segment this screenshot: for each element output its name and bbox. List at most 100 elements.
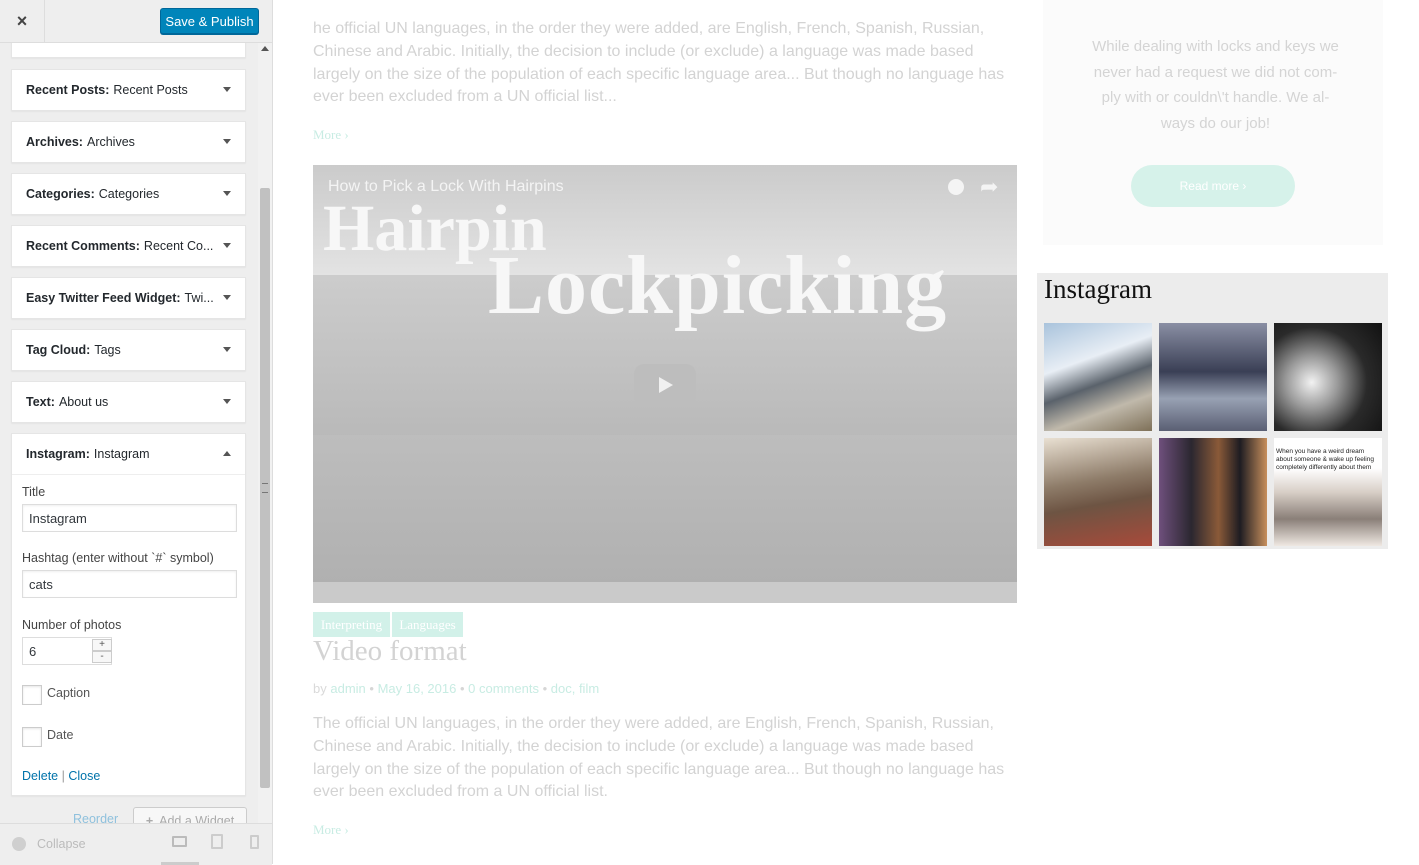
instagram-photo-4[interactable] [1044,438,1152,546]
collapse-icon[interactable] [12,837,26,851]
collapse-label[interactable]: Collapse [37,837,86,851]
widget-title: Tags [94,343,121,357]
chevron-down-icon[interactable] [223,139,231,144]
about-widget: While dealing with locks and keys we nev… [1043,0,1383,245]
widget-title: Recent Co... [143,239,214,253]
tag-interpreting[interactable]: Interpreting [313,612,390,637]
site-preview: he official UN languages, in the order t… [273,0,1419,864]
read-more-label: Read more [1179,179,1240,193]
chevron-down-icon[interactable] [223,347,231,352]
video-overlay-title-2: Lockpicking [488,239,948,332]
more-link[interactable]: More › [313,127,349,143]
tablet-preview-icon[interactable] [211,834,223,849]
more-link-2[interactable]: More › [313,822,349,838]
widget-type: Easy Twitter Feed Widget: [26,291,181,305]
widget-text[interactable]: Text: About us [11,381,246,423]
read-more-button[interactable]: Read more › [1131,165,1295,207]
widget-list: Recent Posts: Recent Posts Archives: Archi… [0,43,258,823]
widget-categories[interactable]: Categories: Categories [11,173,246,215]
chevron-down-icon[interactable] [223,243,231,248]
mobile-preview-icon[interactable] [250,835,259,849]
instagram-photo-5[interactable] [1159,438,1267,546]
add-widget-button[interactable]: + Add a Widget [133,807,247,823]
widget-instagram-header[interactable]: Instagram: Instagram [12,434,245,475]
chevron-down-icon[interactable] [223,87,231,92]
post-title[interactable]: Video format [313,635,467,668]
watch-later-icon[interactable] [948,179,964,195]
photos-count-label: Number of photos [22,618,122,632]
video-controls-bar [313,582,1017,603]
instagram-photo-1[interactable] [1044,323,1152,431]
widget-title: Categories [98,187,160,201]
widget-title: Instagram [93,447,150,461]
widget-archives[interactable]: Archives: Archives [11,121,246,163]
save-publish-button[interactable]: Save & Publish [160,8,259,34]
date-label: Date [47,728,74,742]
post-meta: by admin • May 16, 2016 • 0 comments • d… [313,681,600,696]
meta-categories[interactable]: doc, film [551,681,599,696]
scroll-up-icon[interactable] [261,46,269,51]
caption-checkbox[interactable] [22,685,42,705]
separator: | [61,769,65,783]
delete-link[interactable]: Delete [22,769,58,783]
grip-icon [262,483,268,493]
title-input[interactable]: Instagram [22,504,237,532]
widget-recent-posts[interactable]: Recent Posts: Recent Posts [11,69,246,111]
caption-label: Caption [47,686,91,700]
instagram-heading: Instagram [1044,274,1152,304]
instagram-widget: Instagram When you have a weird dream ab… [1037,273,1388,549]
desktop-preview-icon[interactable] [172,836,187,847]
play-button[interactable] [634,364,696,406]
instagram-photo-6[interactable]: When you have a weird dream about someon… [1274,438,1382,546]
chevron-down-icon[interactable] [223,399,231,404]
title-label: Title [22,485,46,499]
stepper-up-button[interactable]: + [92,639,112,651]
hashtag-input[interactable]: cats [22,570,237,598]
close-icon: × [16,10,28,31]
widget-type: Recent Posts: [26,83,110,97]
widget-type: Recent Comments: [26,239,140,253]
hashtag-label: Hashtag (enter without `#` symbol) [22,551,214,565]
widget-type: Instagram: [26,447,90,461]
chevron-up-icon[interactable] [223,451,231,456]
widget-type: Categories: [26,187,95,201]
close-link[interactable]: Close [68,769,100,783]
video-bottom-area [313,435,1017,585]
meta-author[interactable]: admin [330,681,365,696]
widget-instagram: Instagram: Instagram Title Instagram Hash… [11,433,246,796]
plus-icon: + [145,814,154,823]
video-embed[interactable]: How to Pick a Lock With Hairpins ➦ Hairp… [313,165,1017,603]
customizer-sidebar: × Save & Publish Recent Posts: Recent Pos… [0,0,273,865]
stepper-down-button[interactable]: - [92,651,112,663]
widget-tag-cloud[interactable]: Tag Cloud: Tags [11,329,246,371]
post-excerpt: he official UN languages, in the order t… [313,20,1005,106]
customizer-header: × Save & Publish [0,0,272,43]
instagram-photo-caption: When you have a weird dream about someon… [1276,448,1374,471]
meta-comments[interactable]: 0 comments [468,681,539,696]
meta-date[interactable]: May 16, 2016 [378,681,457,696]
more-label-2: More [313,822,342,837]
widget-recent-comments[interactable]: Recent Comments: Recent Co... [11,225,246,267]
instagram-photo-3[interactable] [1274,323,1382,431]
close-customizer-button[interactable]: × [0,0,45,42]
widget-title: Archives [86,135,135,149]
widget-twitter-feed[interactable]: Easy Twitter Feed Widget: Twi... [11,277,246,319]
tag-languages[interactable]: Languages [392,612,463,637]
more-label: More [313,127,342,142]
reorder-link[interactable]: Reorder [73,812,118,823]
chevron-down-icon[interactable] [223,295,231,300]
share-icon[interactable]: ➦ [980,174,998,200]
meta-by: by [313,681,327,696]
widget-type: Tag Cloud: [26,343,91,357]
instagram-photo-2[interactable] [1159,323,1267,431]
widget-partial[interactable] [11,43,246,58]
add-widget-label: Add a Widget [159,814,235,823]
date-checkbox[interactable] [22,727,42,747]
about-text: While dealing with locks and keys we nev… [1092,38,1339,132]
widget-type: Text: [26,395,55,409]
play-icon [659,377,673,393]
widget-type: Archives: [26,135,83,149]
chevron-down-icon[interactable] [223,191,231,196]
sidebar-scrollbar[interactable] [258,43,272,823]
widget-title: Twi... [184,291,214,305]
